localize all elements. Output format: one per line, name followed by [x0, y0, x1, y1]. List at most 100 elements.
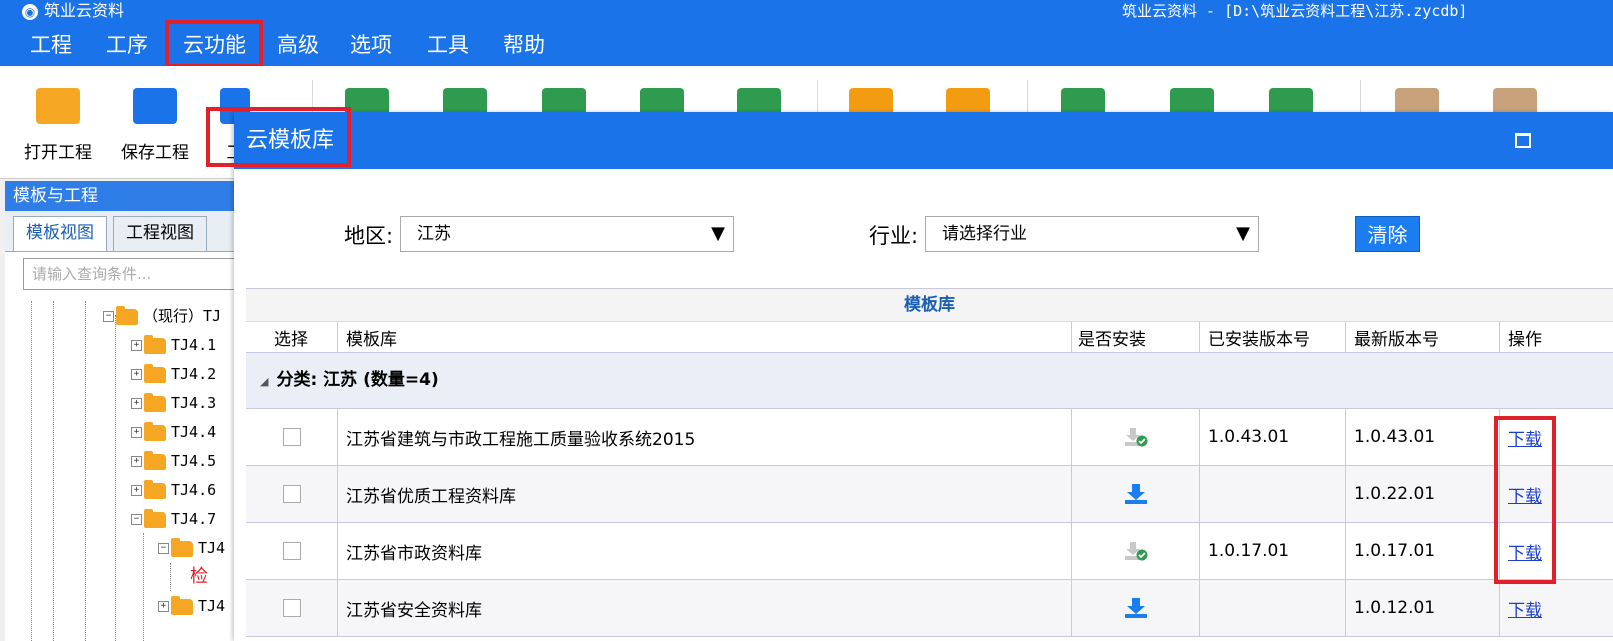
folder-icon: [144, 479, 166, 499]
installed-version: 1.0.17.01: [1200, 523, 1346, 579]
latest-version: 1.0.22.01: [1346, 466, 1500, 522]
col-installed-version[interactable]: 已安装版本号: [1200, 322, 1346, 352]
tab-project-view[interactable]: 工程视图: [113, 216, 207, 251]
region-label: 地区:: [344, 224, 394, 248]
col-select[interactable]: 选择: [246, 322, 338, 352]
tree-node[interactable]: + TJ4.4: [131, 420, 216, 444]
cloud-template-dialog: 云模板库 地区: 江苏 ▼ 行业: 请选择行业 ▼ 清除 模板库 选择 模板库 …: [234, 112, 1613, 641]
table-row[interactable]: 江苏省市政资料库 1.0.17.01 1.0.17.01 下载: [246, 523, 1613, 580]
menu-options[interactable]: 选项: [350, 24, 392, 66]
tree-node[interactable]: + TJ4.2: [131, 362, 216, 386]
tree-node[interactable]: + TJ4.5: [131, 449, 216, 473]
dialog-title-bar: 云模板库: [234, 112, 1613, 169]
tree-node[interactable]: + TJ4: [158, 594, 225, 618]
collapse-icon: −: [131, 514, 142, 525]
industry-select[interactable]: 请选择行业 ▼: [925, 216, 1259, 252]
panel-title: 模板与工程: [5, 181, 241, 211]
tab-template-view[interactable]: 模板视图: [13, 216, 107, 251]
tree-node[interactable]: + TJ4.6: [131, 478, 216, 502]
window-title: 筑业云资料 - [D:\筑业云资料工程\江苏.zycdb]: [1122, 2, 1468, 20]
col-action[interactable]: 操作: [1500, 322, 1613, 352]
folder-open-icon: [36, 88, 80, 124]
menu-tools[interactable]: 工具: [427, 24, 469, 66]
group-collapse-icon[interactable]: ◢: [260, 375, 268, 388]
folder-icon: [144, 508, 166, 528]
panel-tabs: 模板视图 工程视图: [5, 211, 241, 252]
region-select[interactable]: 江苏 ▼: [400, 216, 734, 252]
folder-icon: [171, 537, 193, 557]
row-checkbox[interactable]: [282, 485, 301, 503]
grid-header-row: 选择 模板库 是否安装 已安装版本号 最新版本号 操作: [246, 322, 1613, 353]
tree-node[interactable]: + TJ4.1: [131, 333, 216, 357]
col-template[interactable]: 模板库: [338, 322, 1072, 352]
expand-icon: +: [158, 601, 169, 612]
expand-icon: +: [131, 369, 142, 380]
clear-button[interactable]: 清除: [1355, 216, 1420, 252]
folder-icon: [144, 363, 166, 383]
chevron-down-icon: ▼: [1236, 223, 1250, 244]
installed-check-icon: [1124, 542, 1147, 561]
expand-icon: +: [131, 456, 142, 467]
highlight-cloud-menu: [165, 20, 263, 68]
app-title: ◉ 筑业云资料: [22, 0, 124, 22]
save-project-button[interactable]: 保存工程: [120, 88, 190, 163]
template-name: 江苏省优质工程资料库: [338, 466, 1072, 522]
menu-advanced[interactable]: 高级: [277, 24, 319, 66]
expand-icon: +: [131, 398, 142, 409]
industry-label: 行业:: [869, 224, 919, 248]
folder-icon: [144, 334, 166, 354]
table-row[interactable]: 江苏省安全资料库 1.0.12.01 下载: [246, 580, 1613, 637]
menu-help[interactable]: 帮助: [503, 24, 545, 66]
menu-process[interactable]: 工序: [106, 24, 148, 66]
highlight-download-column: [1494, 416, 1556, 584]
maximize-icon[interactable]: [1515, 133, 1531, 148]
open-project-button[interactable]: 打开工程: [23, 88, 93, 163]
latest-version: 1.0.43.01: [1346, 409, 1500, 465]
col-installed[interactable]: 是否安装: [1072, 322, 1200, 352]
folder-icon: [144, 392, 166, 412]
chevron-down-icon: ▼: [711, 223, 725, 244]
tree-node[interactable]: − TJ4.7: [131, 507, 216, 531]
template-tree: − （现行）TJ + TJ4.1 + TJ4.2 + TJ4.3 + TJ4.4 + TJ4…: [5, 301, 241, 641]
latest-version: 1.0.17.01: [1346, 523, 1500, 579]
table-row[interactable]: 江苏省优质工程资料库 1.0.22.01 下载: [246, 466, 1613, 523]
template-project-panel: 模板与工程 模板视图 工程视图 请输入查询条件... − （现行）TJ + TJ4.…: [5, 181, 242, 641]
download-link[interactable]: 下载: [1508, 596, 1542, 621]
group-row[interactable]: ◢ 分类: 江苏 (数量=4): [246, 353, 1613, 409]
installed-version: [1200, 466, 1346, 522]
col-latest-version[interactable]: 最新版本号: [1346, 322, 1500, 352]
expand-icon: +: [131, 340, 142, 351]
template-grid: 模板库 选择 模板库 是否安装 已安装版本号 最新版本号 操作 ◢ 分类: 江苏 …: [246, 288, 1613, 637]
download-icon[interactable]: [1124, 597, 1148, 619]
collapse-icon: −: [158, 543, 169, 554]
collapse-icon: −: [103, 311, 114, 322]
template-name: 江苏省建筑与市政工程施工质量验收系统2015: [338, 409, 1072, 465]
download-icon[interactable]: [1124, 483, 1148, 505]
installed-version: [1200, 580, 1346, 636]
row-checkbox[interactable]: [282, 542, 301, 560]
expand-icon: +: [131, 427, 142, 438]
grid-caption: 模板库: [246, 289, 1613, 322]
menu-project[interactable]: 工程: [30, 24, 72, 66]
row-checkbox[interactable]: [282, 599, 301, 617]
save-icon: [133, 88, 177, 124]
tree-node[interactable]: + TJ4.3: [131, 391, 216, 415]
folder-icon: [116, 305, 138, 325]
folder-icon: [171, 595, 193, 615]
table-row[interactable]: 江苏省建筑与市政工程施工质量验收系统2015 1.0.43.01 1.0.43.…: [246, 409, 1613, 466]
tree-node[interactable]: − （现行）TJ: [103, 304, 221, 328]
installed-check-icon: [1124, 428, 1147, 447]
latest-version: 1.0.12.01: [1346, 580, 1500, 636]
template-name: 江苏省市政资料库: [338, 523, 1072, 579]
folder-icon: [144, 421, 166, 441]
group-label: 分类: 江苏 (数量=4): [276, 370, 439, 390]
expand-icon: +: [131, 485, 142, 496]
tree-search-input[interactable]: 请输入查询条件...: [23, 258, 237, 290]
folder-icon: [144, 450, 166, 470]
tree-node[interactable]: − TJ4: [158, 536, 225, 560]
row-checkbox[interactable]: [282, 428, 301, 446]
highlight-dialog-title: [206, 107, 351, 167]
tree-leaf[interactable]: 检: [190, 565, 208, 589]
installed-version: 1.0.43.01: [1200, 409, 1346, 465]
template-name: 江苏省安全资料库: [338, 580, 1072, 636]
